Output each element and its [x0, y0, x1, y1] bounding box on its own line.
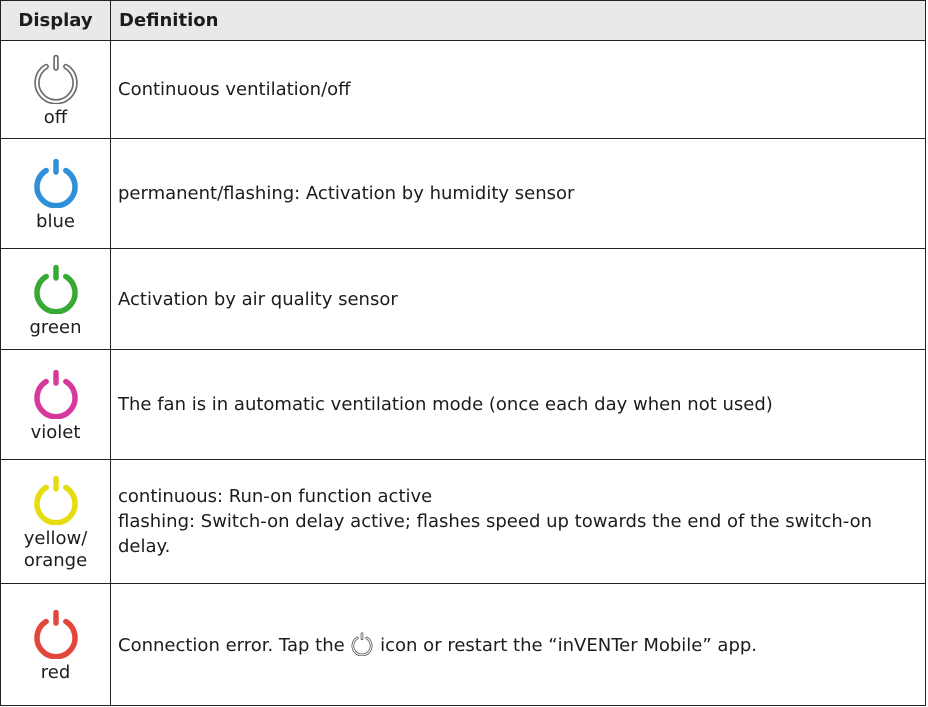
table-row: violet The fan is in automatic ventilati…: [1, 349, 925, 459]
power-icon: [33, 369, 78, 419]
color-label: green: [29, 316, 82, 338]
definition-cell: Continuous ventilation/off: [111, 41, 925, 138]
header-definition: Definition: [119, 10, 219, 31]
display-cell: yellow/ orange: [1, 460, 111, 583]
color-label: violet: [30, 422, 81, 443]
table-header: Display Definition: [1, 1, 925, 40]
power-icon: [33, 158, 78, 208]
table-row: green Activation by air quality sensor: [1, 248, 925, 349]
definition-cell: Connection error. Tap the icon or restar…: [111, 584, 925, 705]
definition-text: permanent/flashing: Activation by humidi…: [118, 183, 575, 204]
table-row: red Connection error. Tap the icon or re…: [1, 583, 925, 705]
color-label: yellow/ orange: [24, 528, 88, 572]
display-cell: green: [1, 249, 111, 349]
definition-cell: continuous: Run-on function active flash…: [111, 460, 925, 583]
definition-text: Continuous ventilation/off: [118, 79, 351, 100]
power-icon: [33, 54, 78, 104]
display-cell: violet: [1, 350, 111, 459]
power-icon: [33, 609, 78, 659]
display-cell: blue: [1, 139, 111, 248]
definition-text-continuous: continuous: Run-on function active: [118, 486, 433, 507]
definition-text: Connection error. Tap the icon or restar…: [118, 631, 758, 658]
color-label: red: [40, 662, 71, 683]
definition-text: Activation by air quality sensor: [118, 288, 398, 310]
definition-text: The fan is in automatic ventilation mode…: [118, 394, 773, 415]
display-cell: off: [1, 41, 111, 138]
definition-text-before: Connection error. Tap the: [118, 634, 345, 656]
display-definition-table: Display Definition off Continuous ventil…: [0, 0, 926, 706]
definition-text-flashing: flashing: Switch-on delay active; flashe…: [118, 511, 873, 557]
display-cell: red: [1, 584, 111, 705]
definition-cell: The fan is in automatic ventilation mode…: [111, 350, 925, 459]
table-row: blue permanent/flashing: Activation by h…: [1, 138, 925, 248]
definition-cell: permanent/flashing: Activation by humidi…: [111, 139, 925, 248]
color-label-line1: yellow/: [23, 528, 88, 549]
power-icon-inline: [351, 631, 373, 656]
definition-cell: Activation by air quality sensor: [111, 249, 925, 349]
definition-text-after: icon or restart the “inVENTer Mobile” ap…: [380, 634, 758, 656]
color-label: blue: [36, 211, 75, 232]
header-display: Display: [1, 1, 111, 40]
color-label-line2: orange: [23, 550, 88, 571]
color-label: off: [43, 107, 68, 128]
table-row: yellow/ orange continuous: Run-on functi…: [1, 459, 925, 583]
power-icon: [33, 264, 78, 314]
power-icon: [33, 475, 78, 525]
table-row: off Continuous ventilation/off: [1, 40, 925, 138]
